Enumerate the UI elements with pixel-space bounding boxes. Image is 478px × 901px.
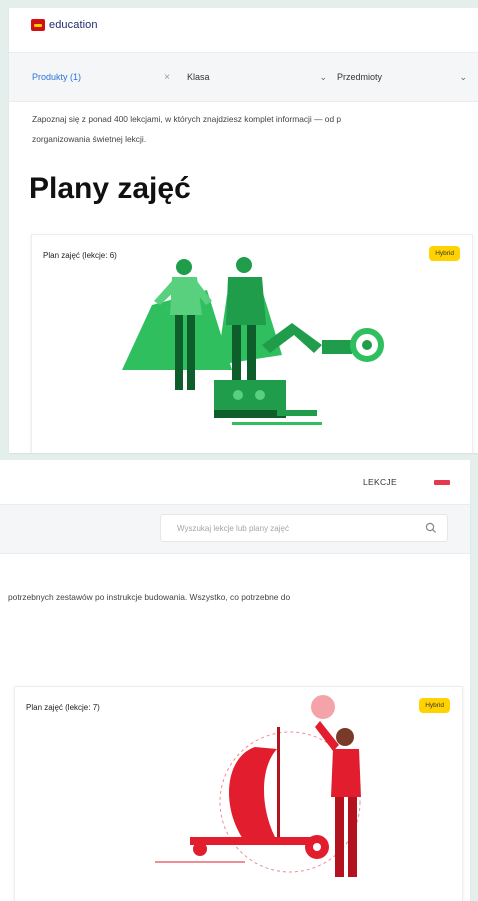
- page-left-half: education Produkty (1) × Klasa ⌄ Przedmi…: [9, 8, 478, 453]
- search-input[interactable]: [177, 523, 407, 533]
- lego-education-logo[interactable]: education: [31, 19, 98, 31]
- subjects-filter-label: Przedmioty: [337, 72, 383, 82]
- lego-logo-icon: [31, 19, 45, 31]
- products-filter-label: Produkty (1): [32, 72, 82, 82]
- lesson-plan-card[interactable]: Plan zajęć (lekcje: 6) Hybrid: [31, 234, 473, 453]
- page-title: Plany zajęć: [29, 172, 191, 205]
- intro-text-line-1-continued: potrzebnych zestawów po instrukcje budow…: [8, 592, 291, 602]
- logo-text: education: [49, 19, 98, 31]
- filter-bar: Produkty (1) × Klasa ⌄ Przedmioty ⌄: [9, 52, 478, 102]
- search-bar-area: [0, 504, 470, 554]
- products-filter[interactable]: Produkty (1) ×: [32, 53, 170, 101]
- green-robot-illustration: [122, 257, 384, 425]
- intro-text-line-2: zorganizowania świetnej lekcji.: [32, 134, 147, 144]
- class-filter[interactable]: Klasa ⌄: [187, 53, 327, 101]
- subjects-filter[interactable]: Przedmioty ⌄: [337, 53, 467, 101]
- nav-lessons-link[interactable]: LEKCJE: [363, 477, 397, 487]
- search-box[interactable]: [160, 514, 448, 542]
- chevron-down-icon: ⌄: [319, 71, 327, 82]
- intro-text-line-1: Zapoznaj się z ponad 400 lekcjami, w któ…: [32, 114, 342, 124]
- red-scooter-illustration: [155, 695, 361, 877]
- chevron-down-icon: ⌄: [459, 71, 467, 82]
- language-flag-icon[interactable]: [434, 480, 450, 485]
- close-icon[interactable]: ×: [164, 72, 170, 83]
- search-icon[interactable]: [425, 522, 437, 534]
- class-filter-label: Klasa: [187, 72, 210, 82]
- lesson-plan-card[interactable]: Plan zajęć (lekcje: 7) Hybrid: [14, 686, 463, 901]
- page-right-half: LEKCJE potrzebnych zestawów po instrukcj…: [0, 460, 470, 901]
